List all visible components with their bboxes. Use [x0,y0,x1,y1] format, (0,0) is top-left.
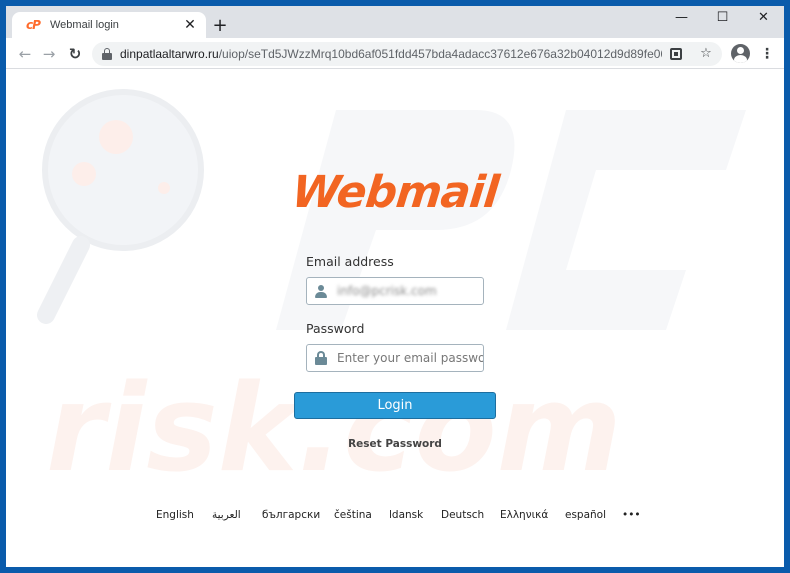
reload-button[interactable]: ↻ [64,43,86,65]
back-button[interactable]: ← [14,43,36,65]
reset-password-link[interactable]: Reset Password [306,438,484,450]
browser-menu-icon[interactable]: ⋮ [760,43,774,65]
watermark-risk-text: risk.com [46,360,622,499]
email-field[interactable] [306,277,484,305]
minimize-button[interactable]: — [661,6,702,30]
pcrisk-watermark: risk.com [37,89,746,499]
language-bar: English العربية български čeština ldansk… [6,509,784,525]
address-bar[interactable]: dinpatlaaltarwro.ru/uiop/seTd5JWzzMrq10b… [92,42,722,66]
webmail-logo: Webmail [289,167,501,218]
language-link[interactable]: العربية [212,509,241,521]
maximize-button[interactable]: ☐ [702,6,743,30]
watermark-magnifier-handle [37,236,90,324]
window-controls: — ☐ ✕ [661,6,784,30]
more-languages-button[interactable]: ••• [622,509,641,521]
password-lock-icon [315,351,327,365]
watermark-dot [158,182,170,194]
password-input[interactable] [337,351,483,365]
url-text[interactable]: dinpatlaaltarwro.ru/uiop/seTd5JWzzMrq10b… [120,47,662,61]
tab-webmail-login[interactable]: cP Webmail login ✕ [12,12,206,38]
cpanel-favicon-icon: cP [26,18,41,32]
tab-title: Webmail login [50,19,119,31]
watermark-dot [72,162,96,186]
bookmark-star-icon[interactable]: ☆ [696,44,716,64]
watermark-dot [99,120,133,154]
login-button[interactable]: Login [294,392,496,419]
password-label: Password [306,321,365,336]
page-content: risk.com Webmail Email address Password … [6,70,784,567]
browser-window: cP Webmail login ✕ + — ☐ ✕ ← → ↻ dinpatl… [6,6,784,567]
language-link[interactable]: English [156,509,194,521]
close-tab-icon[interactable]: ✕ [182,17,198,33]
language-link[interactable]: español [565,509,606,521]
language-link[interactable]: Deutsch [441,509,484,521]
language-link[interactable]: ldansk [389,509,423,521]
user-icon [315,284,327,298]
new-tab-button[interactable]: + [210,16,230,36]
watermark-letter-c [506,110,746,330]
qr-code-icon[interactable] [670,48,682,60]
close-window-button[interactable]: ✕ [743,6,784,30]
account-icon[interactable] [731,44,750,63]
url-host: dinpatlaaltarwro.ru [120,47,219,61]
email-label: Email address [306,254,394,269]
language-link[interactable]: български [262,509,320,521]
url-path: /uiop/seTd5JWzzMrq10bd6af051fdd457bda4ad… [218,47,662,61]
tab-strip: cP Webmail login ✕ + — ☐ ✕ [6,6,784,38]
watermark-magnifier-lens [42,89,204,251]
email-input[interactable] [337,284,483,298]
language-link[interactable]: Ελληνικά [500,509,548,521]
password-field[interactable] [306,344,484,372]
browser-toolbar: ← → ↻ dinpatlaaltarwro.ru/uiop/seTd5JWzz… [6,38,784,69]
lock-icon[interactable] [102,48,112,60]
forward-button[interactable]: → [38,43,60,65]
language-link[interactable]: čeština [334,509,372,521]
